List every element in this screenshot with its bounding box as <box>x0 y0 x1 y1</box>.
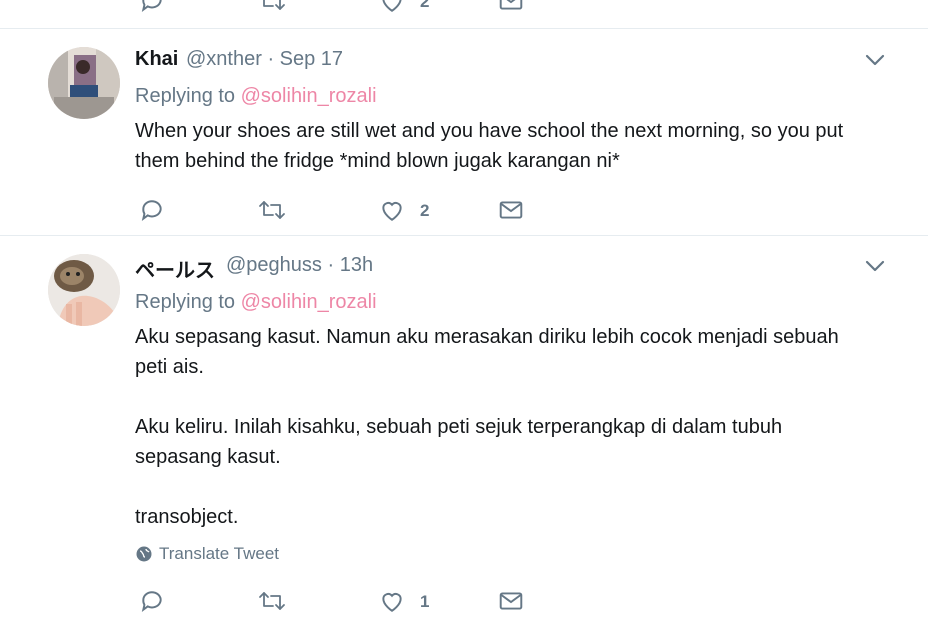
retweet-icon[interactable] <box>258 588 286 614</box>
retweet-icon[interactable] <box>258 197 286 223</box>
like-count: 2 <box>420 0 430 11</box>
like-count: 2 <box>420 201 430 220</box>
like-count: 1 <box>420 592 430 611</box>
reply-icon[interactable] <box>139 197 165 223</box>
handle-and-time[interactable]: @peghuss · 13h <box>226 254 373 277</box>
globe-icon <box>135 545 153 563</box>
avatar[interactable] <box>48 254 120 326</box>
replying-to: Replying to @solihin_rozali <box>135 291 377 314</box>
tweet-text: When your shoes are still wet and you ha… <box>135 120 844 172</box>
replying-to: Replying to @solihin_rozali <box>135 85 377 108</box>
reply-icon[interactable] <box>139 0 165 14</box>
divider <box>0 28 928 29</box>
divider <box>0 235 928 236</box>
handle-and-time[interactable]: @xnther · Sep 17 <box>186 48 343 71</box>
reply-icon[interactable] <box>139 588 165 614</box>
heart-icon[interactable] <box>379 0 405 14</box>
heart-icon[interactable] <box>379 588 405 614</box>
display-name[interactable]: Khai <box>135 48 178 71</box>
reply-mention-link[interactable]: @solihin_rozali <box>241 85 377 107</box>
envelope-icon[interactable] <box>498 197 524 223</box>
retweet-icon[interactable] <box>258 0 286 14</box>
avatar[interactable] <box>48 47 120 119</box>
replying-to-label: Replying to <box>135 291 236 313</box>
translate-label: Translate Tweet <box>159 544 280 563</box>
envelope-icon[interactable] <box>498 0 524 14</box>
display-name[interactable]: ペールス <box>135 254 215 283</box>
tweet-text: Aku sepasang kasut. Namun aku merasakan … <box>135 326 839 528</box>
chevron-down-icon[interactable] <box>864 51 886 69</box>
reply-mention-link[interactable]: @solihin_rozali <box>241 291 377 313</box>
replying-to-label: Replying to <box>135 85 236 107</box>
chevron-down-icon[interactable] <box>864 257 886 275</box>
envelope-icon[interactable] <box>498 588 524 614</box>
heart-icon[interactable] <box>379 197 405 223</box>
